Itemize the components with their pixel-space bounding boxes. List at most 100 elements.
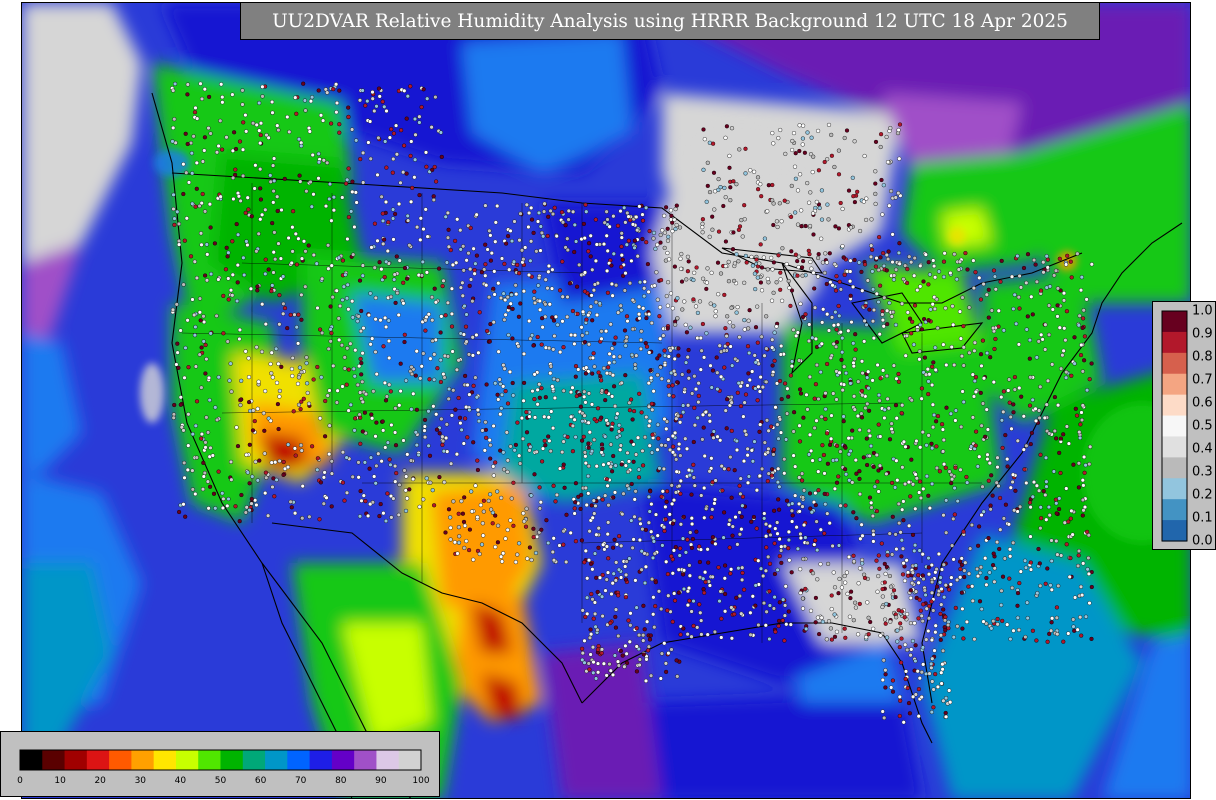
- station-marker: [952, 362, 957, 368]
- station-marker: [325, 160, 330, 165]
- station-marker: [491, 286, 496, 291]
- station-marker: [513, 283, 518, 288]
- station-marker: [515, 552, 520, 557]
- station-marker: [885, 396, 890, 401]
- station-marker: [246, 375, 252, 380]
- station-marker: [193, 105, 198, 110]
- station-marker: [266, 135, 271, 140]
- station-marker: [720, 488, 725, 493]
- station-marker: [808, 448, 814, 453]
- station-marker: [421, 351, 426, 356]
- station-marker: [862, 318, 867, 323]
- station-marker: [185, 141, 190, 147]
- station-marker: [676, 446, 681, 451]
- station-marker: [803, 586, 808, 591]
- station-marker: [442, 480, 447, 485]
- station-marker: [919, 396, 924, 401]
- station-marker: [1007, 400, 1012, 405]
- station-marker: [857, 427, 862, 433]
- station-marker: [671, 394, 676, 399]
- station-marker: [829, 606, 834, 612]
- station-marker: [663, 661, 668, 666]
- rh-colorbar-segment: [153, 750, 177, 770]
- station-marker: [432, 503, 437, 508]
- station-marker: [700, 225, 705, 230]
- station-marker: [646, 289, 651, 294]
- station-marker: [883, 621, 888, 626]
- station-marker: [1044, 517, 1049, 522]
- station-marker: [782, 638, 787, 643]
- station-marker: [686, 347, 691, 353]
- station-marker: [1010, 472, 1016, 477]
- station-marker: [270, 375, 275, 380]
- station-marker: [330, 295, 335, 300]
- station-marker: [432, 286, 437, 291]
- station-marker: [543, 395, 548, 400]
- station-marker: [751, 169, 757, 174]
- station-marker: [378, 318, 383, 323]
- station-marker: [586, 249, 591, 254]
- station-marker: [383, 445, 388, 450]
- station-marker: [327, 452, 332, 457]
- station-marker: [624, 314, 630, 319]
- station-marker: [1054, 615, 1059, 620]
- station-marker: [327, 196, 332, 202]
- station-marker: [931, 360, 936, 365]
- station-marker: [698, 367, 703, 372]
- station-marker: [342, 355, 347, 360]
- station-marker: [822, 270, 827, 275]
- station-marker: [483, 262, 488, 267]
- station-marker: [472, 271, 477, 276]
- station-marker: [779, 298, 785, 303]
- station-marker: [887, 203, 892, 208]
- station-marker: [393, 464, 398, 469]
- station-marker: [771, 508, 777, 513]
- station-marker: [680, 536, 686, 541]
- station-marker: [743, 146, 748, 151]
- station-marker: [397, 201, 402, 207]
- station-marker: [203, 209, 208, 214]
- station-marker: [485, 328, 490, 334]
- station-marker: [896, 250, 901, 255]
- station-marker: [939, 670, 944, 675]
- station-marker: [846, 188, 852, 193]
- station-marker: [430, 338, 435, 343]
- station-marker: [715, 434, 720, 439]
- station-marker: [315, 467, 320, 472]
- station-marker: [254, 502, 259, 508]
- station-marker: [235, 280, 240, 285]
- station-marker: [813, 336, 818, 341]
- station-marker: [764, 379, 769, 384]
- station-marker: [801, 556, 806, 562]
- station-marker: [649, 401, 654, 406]
- station-marker: [171, 88, 176, 93]
- station-marker: [890, 232, 895, 237]
- station-marker: [406, 218, 411, 223]
- station-marker: [1083, 463, 1088, 468]
- station-marker: [700, 437, 705, 442]
- station-marker: [898, 530, 903, 535]
- station-marker: [919, 670, 924, 675]
- station-marker: [252, 419, 257, 424]
- station-marker: [905, 573, 911, 578]
- station-marker: [744, 432, 749, 437]
- station-marker: [461, 244, 466, 249]
- station-marker: [725, 341, 730, 347]
- station-marker: [327, 423, 332, 428]
- station-marker: [623, 373, 628, 378]
- station-marker: [737, 532, 742, 537]
- station-marker: [506, 234, 511, 239]
- station-marker: [541, 234, 546, 239]
- station-marker: [194, 455, 199, 460]
- station-marker: [648, 489, 653, 494]
- station-marker: [463, 373, 468, 378]
- station-marker: [238, 403, 243, 408]
- station-marker: [763, 534, 769, 539]
- station-marker: [186, 180, 192, 185]
- station-marker: [901, 518, 906, 523]
- station-marker: [603, 588, 608, 593]
- station-marker: [441, 372, 446, 377]
- station-marker: [214, 150, 220, 155]
- station-marker: [432, 352, 437, 357]
- station-marker: [918, 263, 923, 268]
